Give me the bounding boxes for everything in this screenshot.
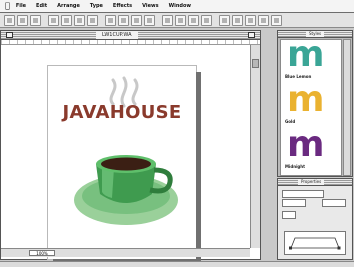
group-icon[interactable] (131, 14, 142, 26)
menu-effects[interactable]: Effects (113, 3, 132, 9)
cut-icon[interactable] (61, 14, 72, 26)
menu-file[interactable]: File (16, 3, 26, 9)
document-title-bar[interactable]: LW1CUP.WA (1, 31, 260, 40)
new-document-icon[interactable] (4, 14, 15, 26)
print-icon[interactable] (48, 14, 59, 26)
menu-type[interactable]: Type (90, 3, 103, 9)
menu-views[interactable]: Views (142, 3, 158, 9)
menu-edit[interactable]: Edit (36, 3, 47, 9)
open-icon[interactable] (17, 14, 28, 26)
export-icon[interactable] (118, 14, 129, 26)
status-bar (0, 261, 354, 267)
zoom-out-icon[interactable] (175, 14, 186, 26)
coffee-cup-illustration[interactable] (58, 72, 188, 257)
style-item-midnight[interactable]: m Midnight (281, 126, 341, 175)
menu-window[interactable]: Window (169, 3, 191, 9)
document-window: LW1CUP.WA JAVAHOUSE 100% (0, 30, 261, 260)
properties-palette: Properties (277, 178, 353, 260)
zoom-in-icon[interactable] (162, 14, 173, 26)
menu-bar:  File Edit Arrange Type Effects Views W… (0, 0, 354, 13)
style-swatch-icon: m (287, 79, 325, 120)
text-tool-icon[interactable] (201, 14, 212, 26)
styles-icon[interactable] (245, 14, 256, 26)
effects-icon[interactable] (232, 14, 243, 26)
style-swatch-icon: m (287, 34, 325, 75)
property-field[interactable] (282, 211, 296, 219)
transform-icon[interactable] (219, 14, 230, 26)
property-field[interactable] (322, 199, 346, 207)
zoom-level-field[interactable]: 100% (29, 250, 55, 256)
toolbar (0, 13, 354, 28)
help-icon[interactable] (271, 14, 282, 26)
layers-icon[interactable] (258, 14, 269, 26)
envelope-shape-icon (289, 237, 341, 250)
zoom-box-icon[interactable] (248, 32, 255, 38)
document-title: LW1CUP.WA (96, 31, 138, 39)
styles-list: m Blue Lemon m Gold m Midnight (280, 34, 342, 176)
property-field[interactable] (282, 190, 324, 198)
horizontal-scrollbar[interactable]: 100% (1, 248, 250, 257)
import-icon[interactable] (105, 14, 116, 26)
paste-icon[interactable] (87, 14, 98, 26)
style-label: Midnight (285, 164, 306, 169)
copy-icon[interactable] (74, 14, 85, 26)
menu-arrange[interactable]: Arrange (57, 3, 80, 9)
style-swatch-icon: m (287, 124, 325, 165)
poster-page[interactable]: JAVAHOUSE (48, 66, 196, 259)
styles-scrollbar[interactable] (343, 39, 351, 176)
save-icon[interactable] (30, 14, 41, 26)
styles-palette: Styles m Blue Lemon m Gold m Midnight (277, 30, 353, 177)
ungroup-icon[interactable] (144, 14, 155, 26)
vertical-scrollbar[interactable] (250, 45, 260, 248)
properties-palette-title-bar[interactable]: Properties (278, 179, 352, 186)
scroll-thumb[interactable] (252, 59, 259, 68)
document-canvas[interactable]: JAVAHOUSE (1, 45, 250, 259)
close-box-icon[interactable] (6, 32, 13, 38)
properties-preview (284, 231, 346, 255)
properties-palette-title: Properties (298, 179, 325, 185)
apple-menu-icon[interactable]:  (5, 2, 10, 10)
property-field[interactable] (282, 199, 306, 207)
poster-title: JAVAHOUSE (62, 102, 182, 123)
align-icon[interactable] (188, 14, 199, 26)
